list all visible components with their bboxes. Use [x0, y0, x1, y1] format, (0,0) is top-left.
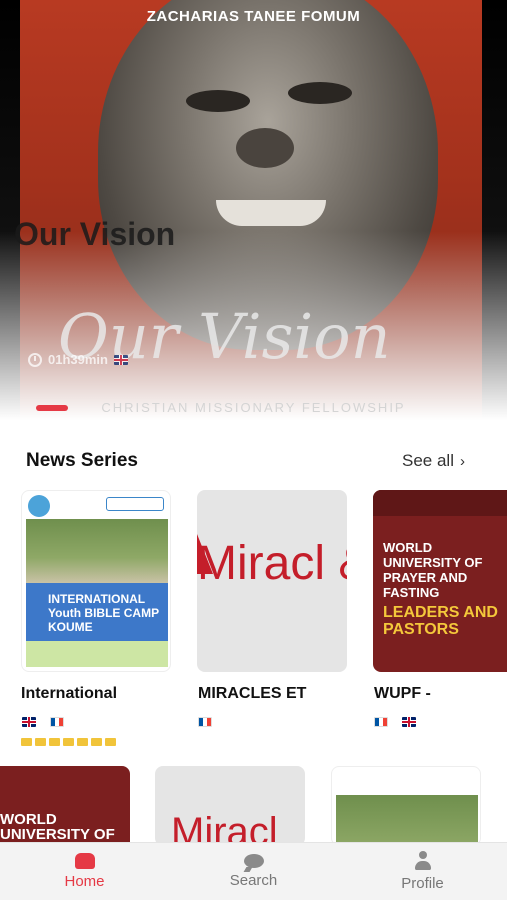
home-icon	[74, 853, 95, 869]
series-card-international[interactable]: INTERNATIONAL Youth BIBLE CAMP KOUME	[21, 490, 171, 672]
series-card-flags	[22, 713, 74, 731]
nav-profile-label: Profile	[401, 875, 444, 892]
badge-icon	[49, 738, 60, 746]
card-art-text: WORLD UNIVERSITY OF PRAYER AND FASTING	[383, 540, 483, 600]
series-card-row2-wupf[interactable]: WORLD UNIVERSITY OF	[0, 766, 130, 846]
hero-duration: 01h39min	[48, 352, 108, 367]
series-card-row2-miracles[interactable]: Miracl	[155, 766, 305, 846]
badge-icon	[35, 738, 46, 746]
flag-fr-icon	[50, 716, 65, 727]
clock-icon	[28, 352, 42, 367]
nav-home-label: Home	[64, 873, 105, 890]
bottom-navigation: Home Search Profile	[0, 842, 507, 900]
nav-search[interactable]: Search	[194, 854, 314, 889]
series-card-title[interactable]: WUPF -	[374, 685, 431, 703]
hero-banner[interactable]: ZACHARIAS TANEE FOMUM Our Vision Our Vis…	[0, 0, 507, 420]
series-card-title[interactable]: MIRACLES ET	[198, 685, 306, 703]
hero-subtitle: CHRISTIAN MISSIONARY FELLOWSHIP	[101, 400, 406, 415]
card-footer-band	[26, 641, 168, 667]
card-photo	[26, 519, 168, 583]
see-all-label: See all	[402, 451, 454, 470]
hero-title: Our Vision	[14, 216, 176, 252]
hero-author: ZACHARIAS TANEE FOMUM	[146, 8, 361, 25]
card-art-text: INTERNATIONAL Youth BIBLE CAMP KOUME	[48, 592, 159, 634]
flag-fr-icon	[374, 716, 388, 727]
badge-icon	[63, 738, 74, 746]
chevron-right-icon: ›	[459, 452, 465, 470]
flag-uk-icon	[22, 716, 36, 727]
series-card-miracles[interactable]: Miracl & Prof	[197, 490, 347, 672]
card-header-bar	[373, 490, 507, 516]
badge-icon	[21, 738, 32, 746]
hero-meta: 01h39min	[28, 352, 138, 367]
see-all-link[interactable]: See all ›	[402, 451, 465, 471]
profile-icon	[414, 851, 432, 871]
flag-fr-icon	[198, 716, 212, 727]
series-card-flags	[374, 713, 426, 731]
series-card-row2-camp[interactable]	[331, 766, 481, 846]
badge-icon	[77, 738, 88, 746]
carousel-indicator-active[interactable]	[36, 405, 68, 411]
series-card-flags	[198, 713, 222, 731]
card-art-text: WORLD UNIVERSITY OF	[0, 811, 115, 843]
nav-search-label: Search	[229, 872, 278, 889]
series-card-wupf[interactable]: WORLD UNIVERSITY OF PRAYER AND FASTING L…	[373, 490, 507, 672]
flag-uk-icon	[402, 716, 417, 727]
badge-icon	[105, 738, 116, 746]
card-art-text: Miracl & Prof	[197, 537, 347, 590]
card-photo	[336, 795, 478, 845]
series-card-title[interactable]: International	[21, 685, 117, 703]
nav-home[interactable]: Home	[25, 853, 145, 890]
badge-icon	[91, 738, 102, 746]
card-art-text: Miracl	[171, 810, 278, 846]
section-title-news-series: News Series	[26, 450, 138, 471]
card-art-text-highlight: LEADERS AND PASTORS	[383, 604, 498, 638]
flag-uk-icon	[113, 354, 128, 365]
series-card-badges	[21, 738, 116, 746]
cmfi-replay-logo-icon	[106, 497, 164, 511]
search-icon	[243, 854, 264, 868]
cmfi-logo-icon	[28, 495, 50, 517]
nav-profile[interactable]: Profile	[363, 851, 483, 892]
